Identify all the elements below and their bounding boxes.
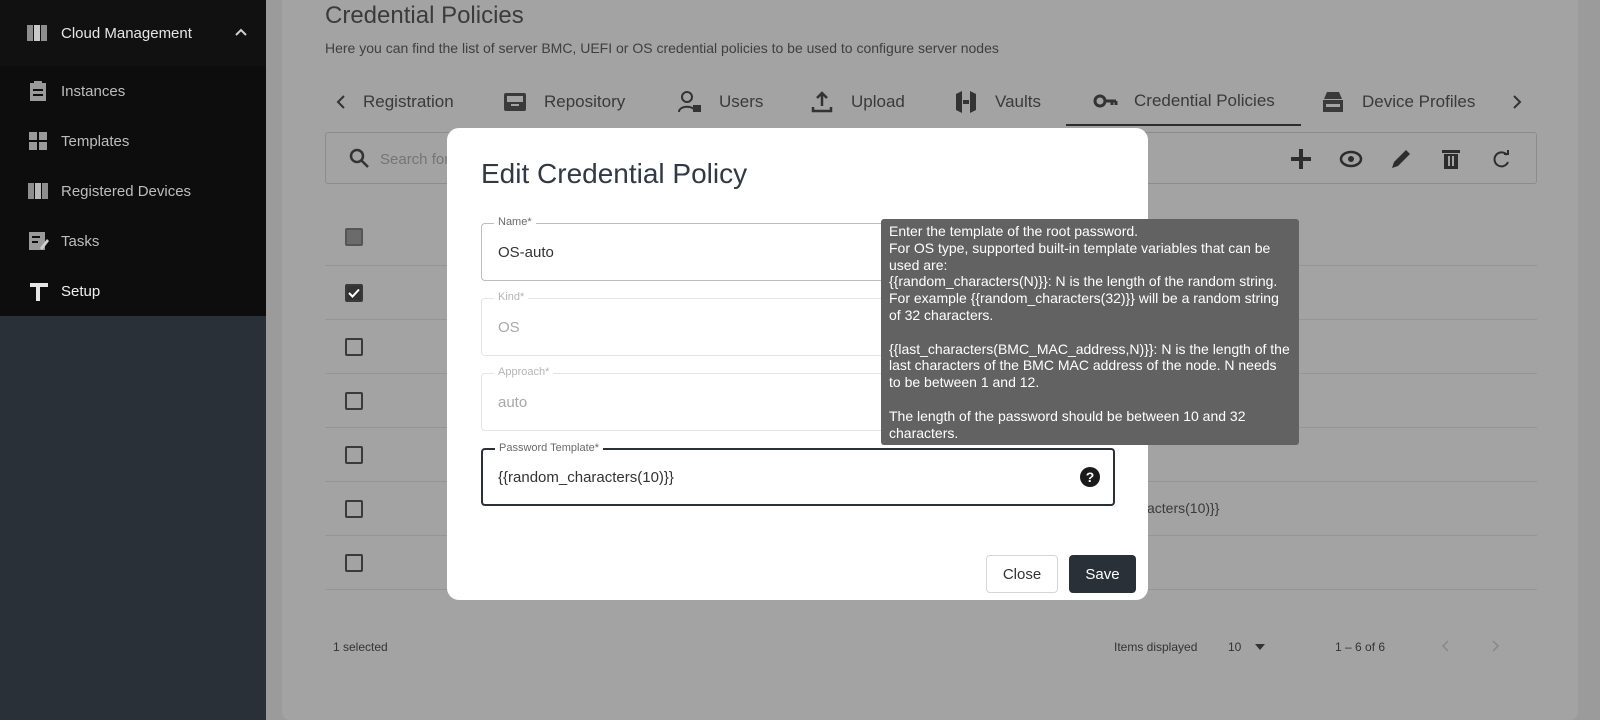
sidebar-item-templates[interactable]: Templates [0, 116, 266, 166]
sidebar-header-label: Cloud Management [61, 24, 192, 42]
password-template-field[interactable]: Password Template* ? [481, 442, 1115, 506]
password-template-input[interactable] [498, 469, 1018, 486]
tab-label: Credential Policies [1134, 91, 1275, 110]
tab-label: Repository [544, 92, 626, 111]
key-icon [1093, 94, 1118, 108]
cloud-servers-icon [27, 25, 47, 41]
items-displayed-label: Items displayed [1114, 640, 1198, 654]
page-title: Credential Policies [325, 2, 524, 29]
upload-icon [811, 91, 833, 113]
tab-device-profiles[interactable]: Device Profiles [1320, 78, 1475, 126]
tab-label: Users [719, 92, 764, 111]
field-label: Password Template* [495, 442, 604, 454]
tab-users[interactable]: Users [677, 78, 763, 126]
chevron-right-icon[interactable] [1505, 90, 1529, 114]
tooltip-line: {{random_characters(N)}}: N is the lengt… [889, 273, 1279, 323]
pagination-range: 1 – 6 of 6 [1335, 640, 1386, 654]
edit-icon[interactable] [1387, 145, 1415, 173]
grid-icon [29, 132, 47, 150]
sidebar-item-label: Setup [61, 282, 101, 300]
field-label: Kind* [494, 291, 529, 303]
tab-vaults[interactable]: Vaults [953, 78, 1041, 126]
device-profile-icon [1323, 92, 1343, 112]
select-all-checkbox[interactable] [345, 228, 363, 246]
field-label: Approach* [494, 366, 554, 378]
row-checkbox[interactable] [345, 284, 363, 302]
archive-icon [504, 93, 526, 111]
sidebar-item-registered-devices[interactable]: Registered Devices [0, 166, 266, 216]
row-checkbox[interactable] [345, 554, 363, 572]
sidebar-header-cloud-management[interactable]: Cloud Management [0, 0, 266, 66]
delete-icon[interactable] [1437, 145, 1465, 173]
sidebar-item-label: Tasks [61, 232, 100, 250]
tab-label: Registration [363, 92, 454, 111]
tooltip-line: {{last_characters(BMC_MAC_address,N)}}: … [889, 340, 1290, 391]
tab-credential-policies[interactable]: Credential Policies [1066, 78, 1301, 126]
sidebar-nav: Cloud Management Instances Templates Reg… [0, 0, 266, 316]
task-edit-icon [29, 232, 49, 250]
tab-label: Device Profiles [1362, 92, 1476, 111]
refresh-icon[interactable] [1487, 145, 1515, 173]
tab-repository[interactable]: Repository [502, 78, 625, 126]
search-icon [349, 148, 369, 168]
sidebar: Cloud Management Instances Templates Reg… [0, 0, 266, 720]
row-checkbox[interactable] [345, 500, 363, 518]
tooltip-line: The length of the password should be bet… [889, 407, 1246, 441]
tab-upload[interactable]: Upload [809, 78, 905, 126]
password-template-tooltip: Enter the template of the root password.… [881, 219, 1299, 445]
next-page-icon[interactable] [1485, 636, 1505, 656]
tab-label: Upload [851, 92, 905, 111]
caret-down-icon[interactable] [1254, 642, 1266, 652]
sidebar-item-tasks[interactable]: Tasks [0, 216, 266, 266]
tab-bar: Registration Repository Users Upload Vau… [325, 78, 1535, 126]
vault-logo-icon [956, 91, 976, 113]
chevron-up-icon[interactable] [234, 26, 248, 40]
tab-registration[interactable]: Registration [363, 78, 454, 126]
selection-count: 1 selected [333, 640, 388, 654]
view-icon[interactable] [1337, 145, 1365, 173]
close-button[interactable]: Close [986, 555, 1058, 593]
field-label: Name* [494, 216, 536, 228]
items-per-page-select[interactable]: 10 [1228, 640, 1241, 654]
sidebar-item-label: Registered Devices [61, 182, 192, 200]
servers-icon [28, 183, 48, 199]
tab-label: Vaults [995, 92, 1041, 111]
dialog-title: Edit Credential Policy [481, 158, 748, 189]
sidebar-item-label: Instances [61, 82, 126, 100]
prev-page-icon[interactable] [1436, 636, 1456, 656]
add-icon[interactable] [1287, 145, 1315, 173]
chevron-left-icon[interactable] [329, 90, 353, 114]
checkmark-icon [348, 288, 360, 298]
clipboard-icon [30, 81, 46, 101]
tooltip-spacer [889, 391, 1291, 408]
save-button[interactable]: Save [1069, 555, 1136, 593]
sidebar-item-instances[interactable]: Instances [0, 66, 266, 116]
search-input[interactable] [380, 147, 450, 171]
tooltip-line: Enter the template of the root password. [889, 223, 1139, 239]
table-cell: acters(10)}} [1147, 500, 1220, 516]
help-icon[interactable]: ? [1079, 466, 1101, 488]
tooltip-line: For OS type, supported built-in template… [889, 239, 1271, 273]
user-lock-icon [678, 91, 701, 113]
page-subtitle: Here you can find the list of server BMC… [325, 40, 999, 56]
sidebar-item-label: Templates [61, 132, 130, 150]
row-checkbox[interactable] [345, 338, 363, 356]
setup-icon [30, 283, 48, 301]
sidebar-item-setup[interactable]: Setup [0, 266, 266, 316]
row-checkbox[interactable] [345, 392, 363, 410]
svg-text:?: ? [1086, 469, 1095, 485]
row-checkbox[interactable] [345, 446, 363, 464]
tooltip-spacer [889, 324, 1291, 341]
